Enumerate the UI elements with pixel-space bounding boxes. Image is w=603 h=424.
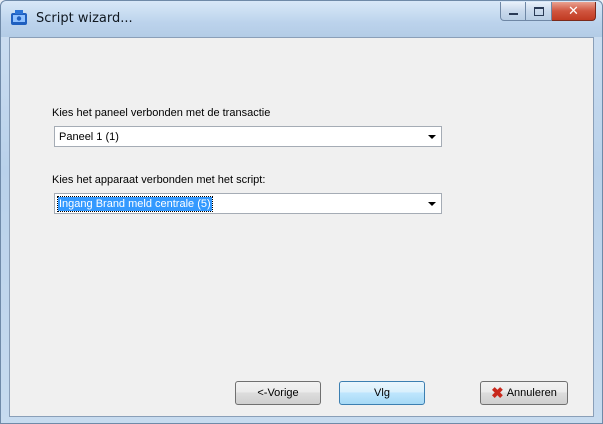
panel-select[interactable]: Paneel 1 (1): [54, 126, 442, 147]
chevron-down-icon: [428, 202, 436, 206]
window-title: Script wizard...: [36, 11, 133, 26]
panel-select-value: Paneel 1 (1): [59, 131, 119, 143]
device-select-value: Ingang Brand meld centrale (5): [57, 196, 213, 212]
caption-buttons: ✕: [500, 2, 596, 22]
close-button[interactable]: ✕: [552, 2, 596, 21]
minimize-icon: [508, 13, 518, 15]
next-button-label: Vlg: [374, 387, 390, 399]
panel-select-label: Kies het paneel verbonden met de transac…: [52, 107, 271, 119]
minimize-button[interactable]: [500, 2, 526, 21]
cancel-button[interactable]: ✖ Annuleren: [480, 381, 568, 405]
close-icon: ✕: [568, 3, 579, 19]
wizard-content: Kies het paneel verbonden met de transac…: [9, 37, 594, 417]
script-wizard-app-icon: [11, 10, 27, 25]
chevron-down-icon: [428, 135, 436, 139]
maximize-button[interactable]: [526, 2, 552, 21]
maximize-icon: [533, 6, 544, 16]
script-wizard-window: Script wizard... ✕ Kies het paneel verbo…: [0, 0, 603, 424]
cancel-x-icon: ✖: [491, 384, 504, 402]
next-button[interactable]: Vlg: [339, 381, 425, 405]
cancel-button-label: Annuleren: [506, 387, 557, 399]
device-select[interactable]: Ingang Brand meld centrale (5): [54, 193, 442, 214]
device-select-label: Kies het apparaat verbonden met het scri…: [52, 174, 266, 186]
previous-button[interactable]: <-Vorige: [235, 381, 321, 405]
title-bar[interactable]: Script wizard... ✕: [1, 1, 602, 37]
previous-button-label: <-Vorige: [257, 387, 299, 399]
